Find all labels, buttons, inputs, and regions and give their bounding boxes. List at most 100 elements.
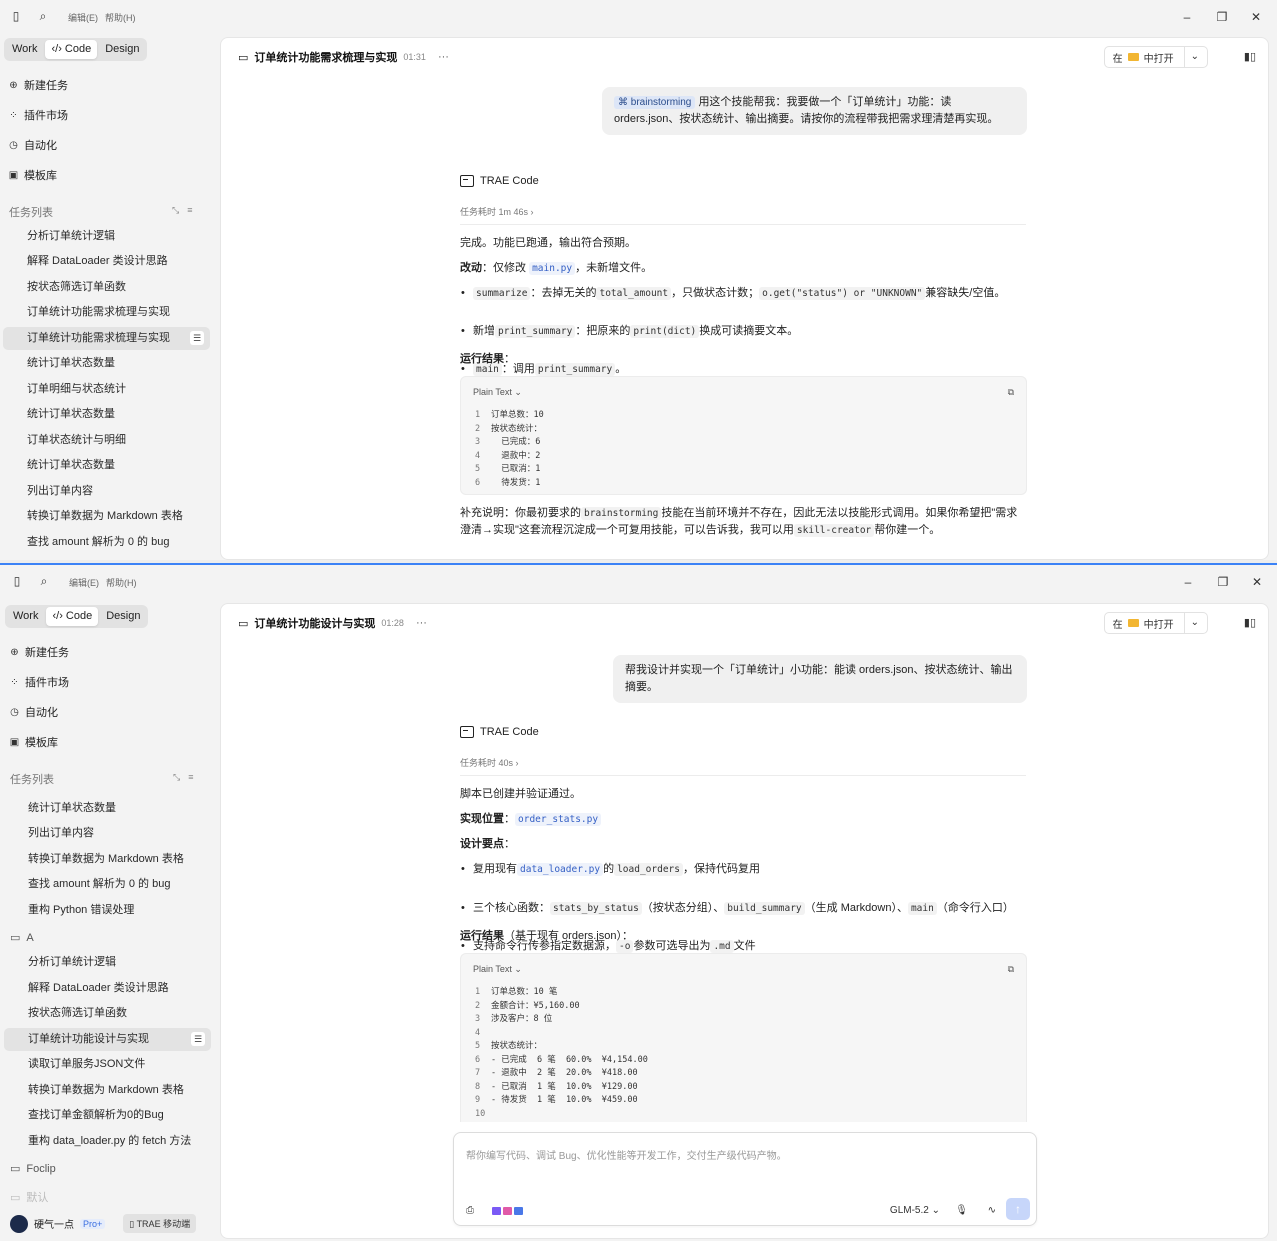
collapse-icon[interactable]: ⤡ [173,772,188,782]
mobile-button[interactable]: ▯ TRAE 移动端 [123,1214,197,1233]
task-item[interactable]: 重构 data_loader.py 的 fetch 方法 [4,1130,211,1153]
task-item-selected[interactable]: 订单统计功能需求梳理与实现 ☰ [3,327,210,350]
group-faded[interactable]: ▭ 默认 [10,1189,48,1205]
group-a[interactable]: ▭ A [10,931,34,945]
task-item[interactable]: 订单状态统计与明细 [3,429,210,452]
search-icon[interactable]: ⌕ [36,9,50,23]
avatar[interactable] [10,1214,28,1233]
side-panel-icon[interactable]: ▮▯ [1244,616,1256,629]
model-selector[interactable]: GLM-5.2 ⌄ [890,1205,940,1216]
task-item[interactable]: 列出订单内容 [4,822,211,845]
copy-icon[interactable]: ⧉ [1008,387,1014,398]
title-bar: ▯ ⌕ 编辑(E) 帮助(H) – ❐ ✕ [0,0,1277,34]
menu-help[interactable]: 帮助(H) [105,11,136,24]
task-item[interactable]: 订单明细与状态统计 [3,378,210,401]
copy-icon[interactable]: ⧉ [1008,964,1014,975]
code-line: 7 - 退款中 2 笔 20.0% ¥418.00 [475,1067,648,1081]
open-in-button[interactable]: 在 中打开 ⌄ [1103,612,1208,634]
task-item[interactable]: 分析订单统计逻辑 [4,951,211,974]
maximize-button[interactable]: ❐ [1213,8,1231,26]
video-icon[interactable] [492,1207,501,1215]
nav-new-task[interactable]: ⊕ 新建任务 [9,644,69,660]
minimize-button[interactable]: – [1178,8,1196,26]
send-button[interactable]: ↑ [1006,1198,1030,1220]
task-item[interactable]: 按状态筛选订单函数 [4,1002,211,1025]
task-item[interactable]: 统计订单状态数量 [3,403,210,426]
image-icon[interactable] [503,1207,512,1215]
task-item[interactable]: 读取订单服务JSON文件 [4,1053,211,1076]
task-item[interactable]: 按状态筛选订单函数 [3,276,210,299]
menu-help[interactable]: 帮助(H) [106,576,137,589]
filter-icon[interactable]: ≡ [187,205,200,215]
task-item[interactable]: 统计订单状态数量 [4,797,211,820]
task-item[interactable]: 转换订单数据为 Markdown 表格 [3,505,210,528]
sidebar-toggle-icon[interactable]: ▯ [9,9,23,23]
filter-icon[interactable]: ≡ [188,772,201,782]
collapse-icon[interactable]: ⤡ [172,205,187,215]
close-button[interactable]: ✕ [1247,8,1265,26]
more-icon[interactable]: ··· [438,51,449,63]
minimize-button[interactable]: – [1179,573,1197,591]
task-item[interactable]: 转换订单数据为 Markdown 表格 [4,1079,211,1102]
task-item[interactable]: 订单统计功能需求梳理与实现 [3,301,210,324]
tab-design[interactable]: Design [99,40,145,59]
search-icon[interactable]: ⌕ [37,574,51,588]
task-item-selected[interactable]: 订单统计功能设计与实现 ☰ [4,1028,211,1051]
nav-plugin-market[interactable]: ⁘ 插件市场 [8,107,68,123]
table-icon[interactable] [514,1207,523,1215]
file-link[interactable]: order_stats.py [515,813,602,826]
group-foclip[interactable]: ▭ Foclip [10,1162,56,1176]
open-in-button[interactable]: 在 中打开 ⌄ [1103,46,1208,68]
task-item[interactable]: 查找订单金额解析为0的Bug [4,1104,211,1127]
nav-templates[interactable]: ▣ 模板库 [8,167,57,183]
tab-work[interactable]: Work [7,607,44,626]
media-tools[interactable] [492,1207,523,1215]
sidebar-toggle-icon[interactable]: ▯ [10,574,24,588]
skill-tag[interactable]: ⌘ brainstorming [614,96,696,109]
task-item[interactable]: 分析订单统计逻辑 [3,225,210,248]
tab-work[interactable]: Work [6,40,43,59]
task-item[interactable]: 统计订单状态数量 [3,352,210,375]
text: 三个核心函数： [473,902,550,914]
code-lang-selector[interactable]: Plain Text ⌄ [473,387,522,398]
inline-code: stats_by_status [550,902,642,915]
composer-input[interactable]: 帮你编写代码、调试 Bug、优化性能等开发工作，交付生产级代码产物。 [466,1147,787,1162]
voice-wave-icon[interactable]: ∿ [988,1205,996,1216]
menu-edit[interactable]: 编辑(E) [69,576,99,589]
code-lang-selector[interactable]: Plain Text ⌄ [473,964,522,975]
attach-icon[interactable]: ⎙ [466,1205,474,1216]
task-detail-icon[interactable]: ☰ [190,331,204,345]
model-name: GLM-5.2 [889,1205,929,1216]
maximize-button[interactable]: ❐ [1214,573,1232,591]
composer[interactable]: 帮你编写代码、调试 Bug、优化性能等开发工作，交付生产级代码产物。 ⎙ GLM… [453,1132,1037,1226]
more-icon[interactable]: ··· [416,617,427,629]
task-duration[interactable]: 任务耗时 1m 46s › [460,205,1026,225]
file-link[interactable]: main.py [529,262,576,275]
task-detail-icon[interactable]: ☰ [191,1032,205,1046]
line-number: 4 [475,1027,481,1038]
tab-code[interactable]: ‹/› Code [45,40,98,59]
nav-plugin-market[interactable]: ⁘ 插件市场 [9,674,69,690]
task-item[interactable]: 转换订单数据为 Markdown 表格 [4,848,211,871]
task-item[interactable]: 查找 amount 解析为 0 的 bug [3,531,210,554]
task-item[interactable]: 解释 DataLoader 类设计思路 [4,977,211,1000]
chevron-down-icon[interactable]: ⌄ [1183,612,1199,634]
task-item[interactable]: 查找 amount 解析为 0 的 bug [4,873,211,896]
task-item[interactable]: 统计订单状态数量 [3,454,210,477]
tab-design[interactable]: Design [100,607,146,626]
close-button[interactable]: ✕ [1248,573,1266,591]
task-item[interactable]: 重构 Python 错误处理 [4,899,211,922]
chevron-down-icon[interactable]: ⌄ [1183,46,1199,68]
nav-automation[interactable]: ◷ 自动化 [8,137,57,153]
side-panel-icon[interactable]: ▮▯ [1244,50,1256,63]
nav-templates[interactable]: ▣ 模板库 [9,734,58,750]
mic-icon[interactable]: 🎙︎ [955,1205,968,1216]
task-item[interactable]: 列出订单内容 [3,480,210,503]
task-duration[interactable]: 任务耗时 40s › [460,756,1026,776]
task-item[interactable]: 解释 DataLoader 类设计思路 [3,250,210,273]
menu-edit[interactable]: 编辑(E) [68,11,98,24]
nav-new-task[interactable]: ⊕ 新建任务 [8,77,68,93]
nav-automation[interactable]: ◷ 自动化 [9,704,58,720]
tab-code[interactable]: ‹/› Code [46,607,99,626]
file-link[interactable]: data_loader.py [517,863,604,876]
